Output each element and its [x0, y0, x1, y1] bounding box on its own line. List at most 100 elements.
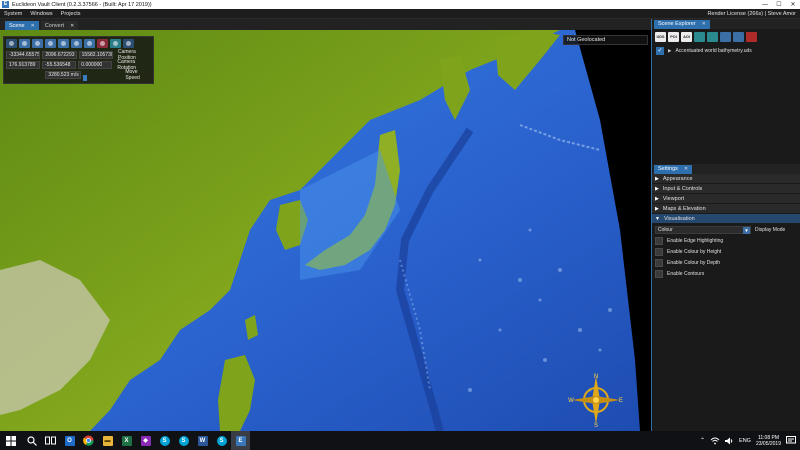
slider-handle[interactable] — [82, 75, 87, 81]
section-label: Appearance — [662, 175, 693, 182]
help-icon[interactable] — [32, 39, 43, 48]
scene-explorer-title: Scene Explorer — [658, 21, 696, 27]
collapsed-arrow-icon: ▶ — [655, 195, 659, 202]
display-mode-select[interactable]: Colour ▼ — [655, 225, 751, 234]
add-poi-button[interactable]: POI — [668, 32, 679, 42]
scene-explorer-panel: Scene Explorer ✕ UDS POI AOI ✓ ▶ Accentu… — [652, 19, 800, 165]
task-view-icon[interactable] — [41, 431, 60, 450]
option-colour-by-height[interactable]: Enable Colour by Height — [652, 246, 800, 257]
checkbox-colour-by-height[interactable] — [655, 247, 663, 256]
camera-position-x[interactable]: -33344.655750 — [6, 51, 41, 59]
title-bar: E Euclideon Vault Client (0.2.3.37566 - … — [0, 0, 800, 9]
outlook-icon[interactable]: O — [60, 431, 79, 450]
section-visualisation[interactable]: ▼ Visualisation — [652, 214, 800, 224]
camera-rotation-z[interactable]: 0.000000 — [78, 61, 113, 69]
visual-studio-icon[interactable]: ◆ — [136, 431, 155, 450]
option-label: Enable Edge Highlighting — [667, 237, 724, 244]
maximize-button[interactable]: ☐ — [772, 1, 786, 8]
windows-logo-icon — [6, 435, 16, 446]
option-colour-by-depth[interactable]: Enable Colour by Depth — [652, 257, 800, 268]
menu-projects[interactable]: Projects — [57, 11, 85, 17]
tab-scene-explorer[interactable]: Scene Explorer ✕ — [654, 19, 710, 29]
compass-icon[interactable]: N E S W — [568, 372, 624, 428]
skype-icon[interactable]: S — [155, 431, 174, 450]
taskbar: O ▬ X ◆ S S W S E ⌃ ENG 11:08 PM 23/05/2… — [0, 431, 800, 450]
option-edge-highlighting[interactable]: Enable Edge Highlighting — [652, 235, 800, 246]
close-icon[interactable]: ✕ — [70, 23, 74, 29]
expand-arrow-icon[interactable]: ▶ — [668, 48, 671, 54]
record-icon[interactable] — [97, 39, 108, 48]
add-line-icon[interactable] — [694, 32, 705, 42]
file-explorer-icon[interactable]: ▬ — [98, 431, 117, 450]
section-viewport[interactable]: ▶ Viewport — [652, 194, 800, 204]
scene-explorer-tabbar: Scene Explorer ✕ — [652, 19, 800, 29]
menu-windows[interactable]: Windows — [26, 11, 56, 17]
minimize-button[interactable]: — — [758, 2, 772, 8]
window-title: Euclideon Vault Client (0.2.3.37566 - (B… — [12, 1, 152, 8]
skype-icon-2[interactable]: S — [174, 431, 193, 450]
map-icon[interactable] — [123, 39, 134, 48]
chrome-icon[interactable] — [79, 431, 98, 450]
section-maps-elevation[interactable]: ▶ Maps & Elevation — [652, 204, 800, 214]
rotate-icon[interactable] — [58, 39, 69, 48]
section-appearance[interactable]: ▶ Appearance — [652, 174, 800, 184]
compass-w: W — [568, 398, 574, 404]
clock-date: 23/05/2019 — [755, 440, 781, 447]
section-label: Input & Controls — [662, 185, 703, 192]
tab-scene-label: Scene — [9, 22, 25, 29]
vault-client-icon[interactable]: E — [231, 431, 250, 450]
tab-settings[interactable]: Settings ✕ — [654, 164, 693, 174]
excel-icon[interactable]: X — [117, 431, 136, 450]
checkbox-colour-by-depth[interactable] — [655, 258, 663, 267]
camera-position-z[interactable]: 15582.105730 — [78, 51, 113, 59]
chevron-up-icon[interactable]: ⌃ — [700, 437, 705, 444]
close-icon[interactable]: ✕ — [31, 23, 35, 29]
display-mode-label: Display Mode — [755, 226, 786, 233]
section-input-controls[interactable]: ▶ Input & Controls — [652, 184, 800, 194]
expanded-arrow-icon: ▼ — [655, 215, 660, 222]
section-label: Viewport — [662, 195, 685, 202]
close-button[interactable]: ✕ — [786, 1, 800, 8]
move-speed-slider[interactable]: 3280.523 m/s — [45, 71, 81, 79]
section-label: Maps & Elevation — [662, 205, 706, 212]
close-icon[interactable]: ✕ — [684, 166, 688, 172]
tab-convert[interactable]: Convert ✕ — [40, 21, 79, 30]
tab-scene[interactable]: Scene ✕ — [5, 21, 39, 30]
checkbox-checked-icon[interactable]: ✓ — [656, 47, 664, 55]
chevron-down-icon[interactable]: ▼ — [743, 226, 750, 234]
gear-icon[interactable] — [19, 39, 30, 48]
option-contours[interactable]: Enable Contours — [652, 268, 800, 279]
camera-icon[interactable] — [6, 39, 17, 48]
volume-icon[interactable] — [725, 437, 734, 445]
fullscreen-icon[interactable] — [110, 39, 121, 48]
notifications-icon[interactable] — [786, 436, 796, 445]
clock[interactable]: 11:08 PM 23/05/2019 — [756, 435, 781, 447]
folder-icon[interactable] — [733, 32, 744, 42]
system-tray: ⌃ ENG 11:08 PM 23/05/2019 — [700, 431, 800, 450]
camera-rotation-x[interactable]: 176.913789 — [6, 61, 41, 69]
close-icon[interactable]: ✕ — [702, 21, 706, 27]
add-aoi-button[interactable]: AOI — [681, 32, 692, 42]
add-folder-icon[interactable] — [707, 32, 718, 42]
language-indicator[interactable]: ENG — [739, 438, 751, 444]
add-uds-button[interactable]: UDS — [655, 32, 666, 42]
wifi-icon[interactable] — [710, 437, 720, 445]
word-icon[interactable]: W — [193, 431, 212, 450]
checkbox-edge-highlighting[interactable] — [655, 236, 663, 245]
start-button[interactable] — [0, 431, 22, 450]
move-icon[interactable] — [45, 39, 56, 48]
skype-icon-3[interactable]: S — [212, 431, 231, 450]
checkbox-contours[interactable] — [655, 269, 663, 278]
camera-rotation-y[interactable]: -55.536548 — [42, 61, 77, 69]
scene-item[interactable]: ✓ ▶ Accentuated world bathymetry.uds — [652, 44, 800, 58]
measure-icon[interactable] — [84, 39, 95, 48]
scene-viewport[interactable]: -33344.655750 2096.672293 15582.105730 C… — [0, 30, 651, 431]
delete-icon[interactable] — [746, 32, 757, 42]
settings-title: Settings — [658, 166, 678, 172]
search-icon[interactable] — [22, 431, 41, 450]
camera-position-y[interactable]: 2096.672293 — [42, 51, 77, 59]
add-item-icon[interactable] — [720, 32, 731, 42]
menu-system[interactable]: System — [0, 11, 26, 17]
orbit-icon[interactable] — [71, 39, 82, 48]
compass-e: E — [619, 398, 623, 404]
